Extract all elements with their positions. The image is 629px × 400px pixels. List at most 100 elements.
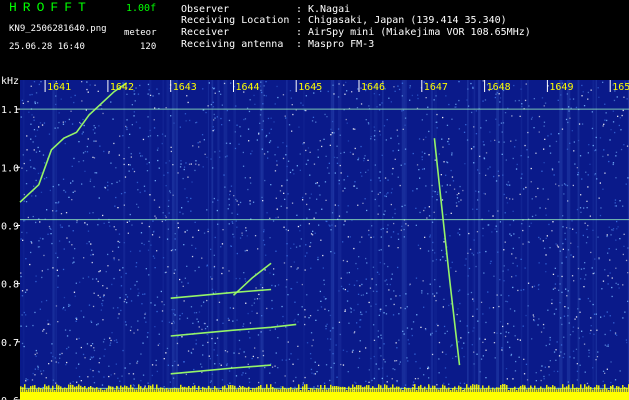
noise-dot	[108, 365, 110, 367]
noise-dot	[613, 322, 615, 324]
noise-dot	[380, 334, 382, 336]
noise-dot	[392, 231, 395, 233]
noise-dot	[93, 125, 95, 127]
spectrum-spike	[90, 386, 92, 392]
noise-dot	[385, 313, 388, 315]
noise-dot	[611, 286, 613, 289]
noise-dot	[622, 253, 624, 256]
noise-dot	[284, 198, 286, 200]
spectrum-spike	[24, 384, 26, 392]
noise-dot	[195, 247, 197, 250]
noise-dot	[113, 373, 116, 375]
noise-dot	[615, 177, 617, 179]
noise-dot	[604, 333, 606, 336]
noise-dot	[82, 118, 84, 121]
spectrum-spike	[58, 385, 60, 392]
noise-dot	[344, 310, 346, 312]
noise-dot	[522, 325, 524, 327]
noise-dot	[483, 192, 485, 195]
noise-dot	[144, 312, 147, 314]
noise-dot	[367, 169, 369, 171]
noise-dot	[606, 345, 608, 347]
noise-dot	[50, 352, 52, 354]
noise-dot	[141, 155, 143, 157]
noise-dot	[270, 128, 272, 130]
noise-dot	[269, 372, 271, 374]
noise-dot	[343, 84, 345, 86]
spectrum-spike	[392, 384, 394, 392]
noise-dot	[26, 149, 28, 151]
noise-dot	[276, 160, 278, 162]
noise-dot	[602, 370, 605, 372]
spectrum-spike	[370, 388, 372, 392]
noise-dot	[81, 133, 83, 135]
noise-dot	[572, 256, 575, 258]
noise-dot	[553, 174, 555, 176]
noise-dot	[147, 135, 150, 138]
noise-dot	[406, 327, 409, 329]
noise-dot	[616, 96, 618, 98]
noise-dot	[187, 176, 189, 178]
noise-dot	[129, 164, 131, 166]
noise-dot	[144, 385, 146, 387]
noise-dot	[442, 256, 444, 258]
spectrum-spike	[102, 389, 104, 392]
noise-dot	[543, 378, 545, 380]
noise-dot	[68, 305, 70, 307]
noise-dot	[31, 242, 33, 244]
noise-dot	[579, 155, 582, 157]
noise-dot	[184, 231, 186, 233]
noise-dot	[535, 196, 537, 198]
spectrum-spike	[406, 388, 408, 392]
noise-dot	[59, 353, 61, 356]
noise-dot	[182, 285, 184, 287]
noise-dot	[243, 118, 245, 121]
spectrum-spike	[596, 384, 598, 392]
noise-dot	[137, 206, 140, 208]
spectrum-spike	[514, 386, 516, 392]
noise-dot	[564, 306, 566, 308]
spectrum-spike	[248, 386, 250, 392]
noise-dot	[118, 233, 121, 235]
noise-dot	[62, 121, 64, 123]
spectrum-spike	[394, 387, 396, 392]
noise-dot	[557, 245, 559, 248]
noise-dot	[359, 241, 361, 243]
noise-dot	[31, 195, 33, 197]
noise-dot	[93, 140, 95, 142]
noise-dot	[70, 110, 72, 112]
noise-dot	[572, 228, 574, 230]
noise-dot	[519, 115, 521, 117]
noise-dot	[315, 319, 317, 321]
noise-dot	[368, 234, 370, 236]
vertical-stripe	[55, 80, 57, 400]
noise-dot	[312, 230, 314, 232]
noise-dot	[334, 204, 336, 206]
noise-dot	[204, 328, 207, 330]
noise-dot	[438, 153, 440, 155]
noise-dot	[448, 138, 450, 140]
noise-dot	[362, 294, 364, 296]
noise-dot	[102, 214, 104, 217]
noise-dot	[118, 180, 121, 182]
spectrum-spike	[244, 387, 246, 392]
noise-dot	[157, 344, 159, 346]
noise-dot	[245, 227, 247, 229]
noise-dot	[352, 128, 355, 130]
noise-dot	[557, 275, 559, 277]
noise-dot	[269, 237, 271, 239]
noise-dot	[545, 214, 547, 216]
noise-dot	[571, 220, 573, 222]
noise-dot	[128, 146, 130, 149]
noise-dot	[109, 225, 111, 227]
noise-dot	[583, 207, 585, 209]
noise-dot	[428, 377, 430, 379]
noise-dot	[367, 159, 369, 161]
noise-dot	[179, 166, 182, 168]
spectrum-spike	[402, 390, 404, 392]
noise-dot	[184, 277, 186, 279]
spectrum-spike	[458, 385, 460, 392]
noise-dot	[244, 177, 246, 179]
noise-dot	[48, 323, 50, 325]
vertical-stripe	[401, 80, 405, 400]
